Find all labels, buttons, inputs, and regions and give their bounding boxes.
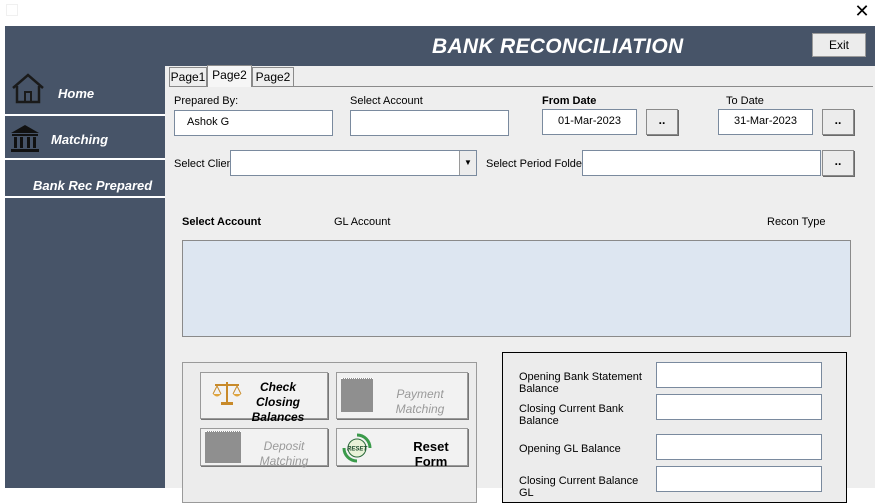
select-period-input[interactable]: [582, 150, 821, 176]
form-area: BANK RECONCILIATION Exit Home Matching B…: [5, 26, 875, 503]
payment-matching-button[interactable]: Payment Matching: [336, 372, 468, 419]
check-closing-label: Check Closing Balances: [251, 380, 305, 424]
prepared-by-input[interactable]: Ashok G: [174, 110, 333, 136]
from-date-input[interactable]: 01-Mar-2023: [542, 109, 637, 135]
from-date-label: From Date: [542, 95, 597, 107]
home-icon: [12, 73, 44, 104]
balances-frame: Opening Bank Statement Balance Closing C…: [502, 352, 847, 503]
chevron-down-icon[interactable]: ▼: [459, 151, 476, 175]
main-content: Page1 Page2 Page2 Prepared By: Ashok G S…: [165, 65, 875, 503]
select-account-input[interactable]: [350, 110, 509, 136]
opening-bank-balance-input[interactable]: [656, 362, 822, 388]
select-client-dropdown[interactable]: ▼: [230, 150, 477, 176]
exit-button[interactable]: Exit: [812, 33, 866, 57]
window-icon: [6, 4, 18, 16]
to-date-picker-button[interactable]: ..: [822, 109, 854, 135]
sidebar-item-matching[interactable]: Matching: [5, 114, 165, 160]
column-header-recon-type: Recon Type: [767, 216, 826, 228]
action-button-group: Check Closing Balances Payment Matching …: [182, 362, 477, 503]
sidebar-item-label: Bank Rec Prepared: [33, 178, 153, 193]
sidebar-item-label: Home: [58, 86, 95, 101]
sidebar-item-bank-rec-prepared[interactable]: Bank Rec Prepared: [5, 172, 165, 198]
opening-gl-balance-input[interactable]: [656, 434, 822, 460]
select-account-label: Select Account: [350, 95, 423, 107]
select-period-browse-button[interactable]: ..: [822, 150, 854, 176]
deposit-icon: [205, 431, 241, 463]
sidebar-item-home[interactable]: Home: [5, 66, 165, 114]
tab-page2[interactable]: Page2: [207, 65, 252, 87]
deposit-matching-button[interactable]: Deposit Matching: [200, 428, 328, 468]
tab-strip-border: [169, 86, 873, 87]
closing-gl-balance-input[interactable]: [656, 466, 822, 492]
page-title: BANK RECONCILIATION: [432, 35, 684, 58]
opening-bank-balance-label: Opening Bank Statement Balance: [519, 371, 642, 395]
payment-matching-label: Payment Matching: [395, 387, 445, 416]
sidebar-item-label: Matching: [51, 132, 109, 147]
from-date-picker-button[interactable]: ..: [646, 109, 678, 135]
check-closing-balances-button[interactable]: Check Closing Balances: [200, 372, 328, 424]
column-header-select-account: Select Account: [182, 216, 262, 228]
bank-icon: [11, 125, 39, 152]
tab-page1[interactable]: Page1: [169, 67, 207, 87]
closing-bank-balance-label: Closing Current Bank Balance: [519, 403, 624, 427]
account-listbox[interactable]: [182, 240, 851, 337]
closing-bank-balance-input[interactable]: [656, 394, 822, 420]
reset-icon-text: RESET: [347, 447, 368, 453]
reset-form-label: Reset Form: [413, 439, 449, 469]
tab-page2-b[interactable]: Page2: [252, 67, 294, 87]
closing-gl-balance-label: Closing Current Balance GL: [519, 475, 639, 499]
deposit-matching-label: Deposit Matching: [259, 439, 309, 468]
reset-icon: RESET: [342, 433, 372, 463]
payment-icon: [341, 378, 373, 412]
prepared-by-label: Prepared By:: [174, 95, 239, 107]
column-header-gl-account: GL Account: [334, 216, 391, 228]
close-icon[interactable]: ✕: [852, 2, 872, 22]
app-window: ✕ BANK RECONCILIATION Exit Home Matching…: [0, 0, 880, 503]
to-date-input[interactable]: 31-Mar-2023: [718, 109, 813, 135]
to-date-label: To Date: [726, 95, 764, 107]
opening-gl-balance-label: Opening GL Balance: [519, 443, 621, 455]
select-client-label: Select Client: [174, 158, 236, 170]
select-period-label: Select Period Folder: [486, 158, 586, 170]
scales-icon: [212, 382, 242, 405]
reset-form-button[interactable]: RESET Reset Form: [336, 428, 468, 469]
header-band: BANK RECONCILIATION Exit: [5, 26, 875, 66]
